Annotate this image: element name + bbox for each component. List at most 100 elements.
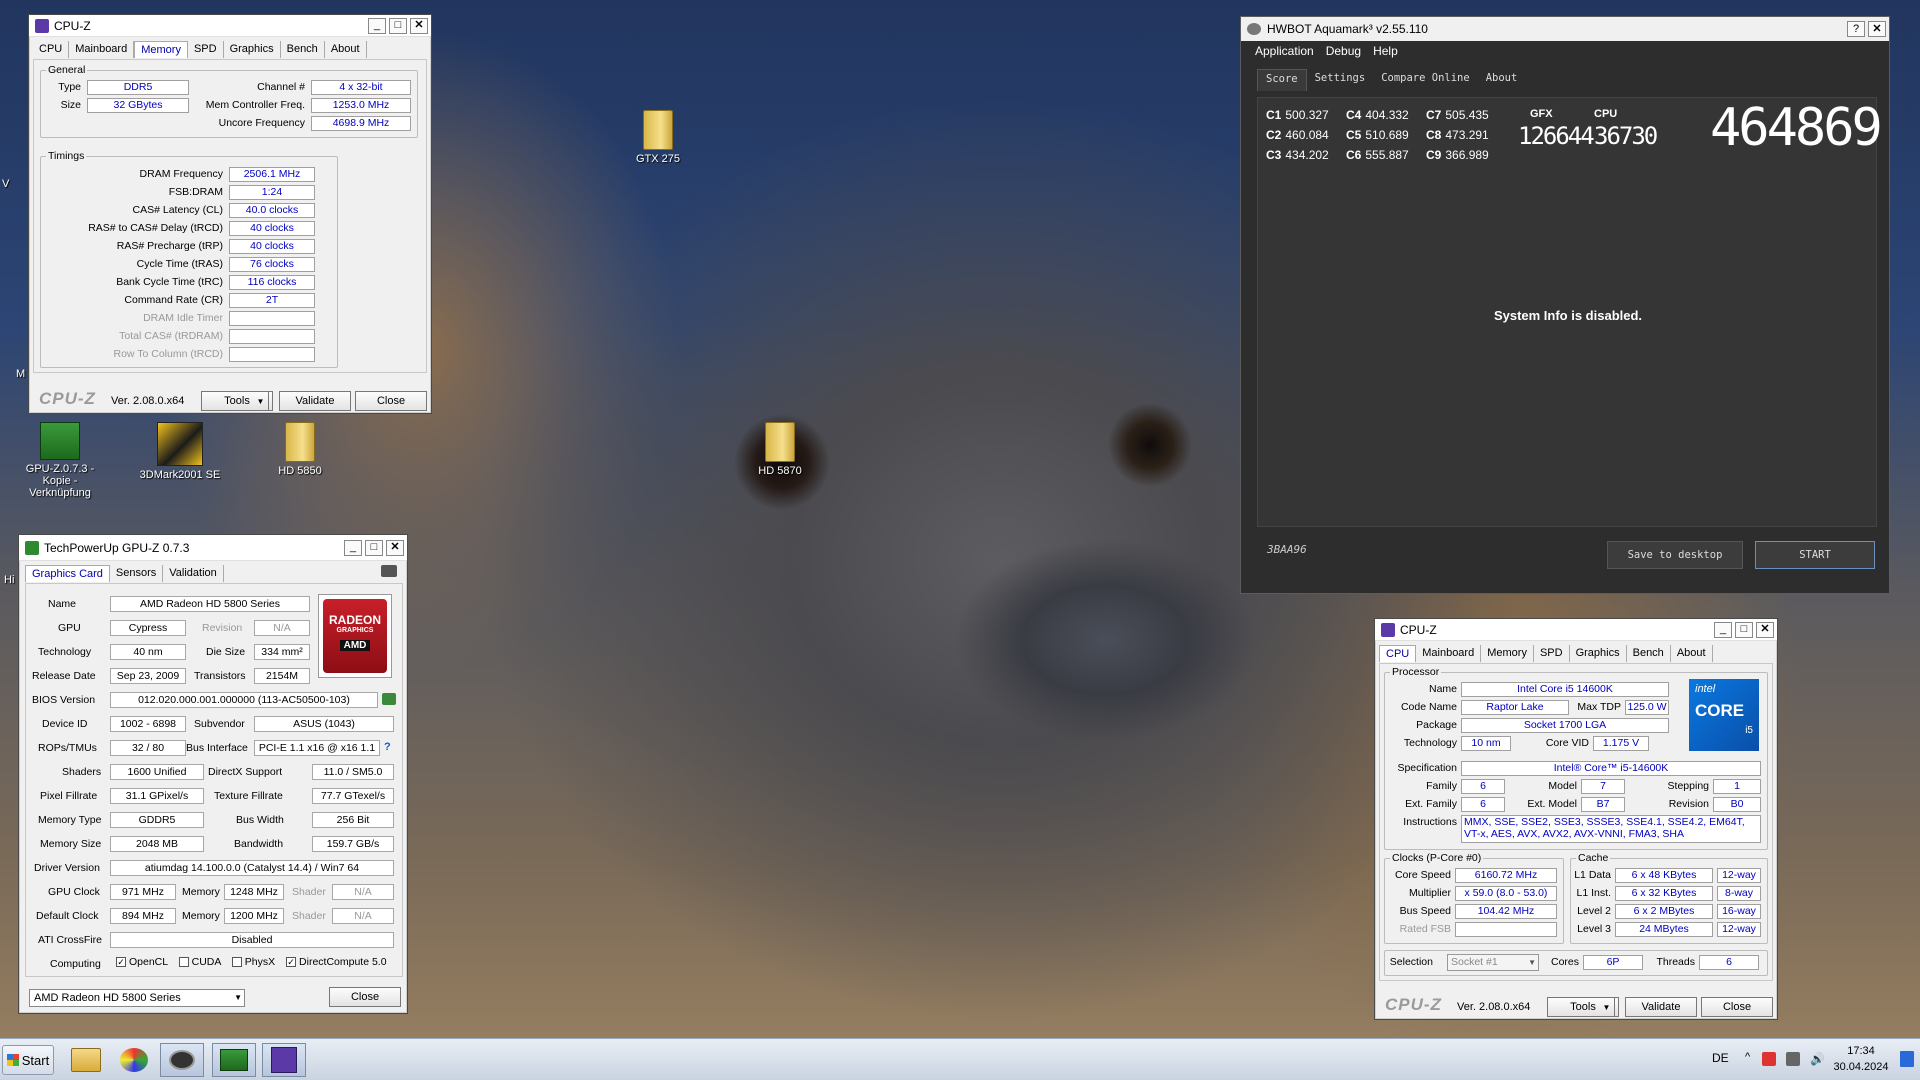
tab-mainboard[interactable]: Mainboard <box>69 41 135 58</box>
tab-bar: CPU Mainboard Memory SPD Graphics Bench … <box>29 37 431 58</box>
pixel-fillrate-value: 31.1 GPixel/s <box>110 788 204 804</box>
opencl-checkbox[interactable]: ✓ OpenCL <box>116 956 168 968</box>
gpu-select[interactable]: AMD Radeon HD 5800 Series ▼ <box>29 989 245 1007</box>
title-bar[interactable]: CPU-Z _ □ ✕ <box>1375 619 1777 641</box>
save-to-desktop-button[interactable]: Save to desktop <box>1607 541 1743 569</box>
flag-alert-icon[interactable] <box>1762 1052 1776 1066</box>
cpuz-logo: CPU-Z <box>1385 995 1442 1014</box>
desktop-icon-gpuz-shortcut[interactable]: GPU-Z.0.7.3 - Kopie - Verknüpfung <box>12 422 108 499</box>
help-icon[interactable]: ? <box>384 741 391 753</box>
tab-memory[interactable]: Memory <box>1481 645 1534 662</box>
cpuz-logo: CPU-Z <box>39 389 96 408</box>
physx-checkbox[interactable]: PhysX <box>231 956 275 968</box>
bus-speed-label: Bus Speed <box>1399 905 1451 917</box>
package-value: Socket 1700 LGA <box>1461 718 1669 733</box>
bios-version-value: 012.020.000.001.000000 (113-AC50500-103) <box>110 692 378 708</box>
3dmark-app-icon <box>157 422 203 466</box>
tab-about[interactable]: About <box>1671 645 1713 662</box>
size-label: Size <box>60 99 81 111</box>
timing-value: 76 clocks <box>229 257 315 272</box>
close-button[interactable]: Close <box>1701 997 1773 1017</box>
title-bar[interactable]: CPU-Z _ □ ✕ <box>29 15 431 37</box>
volume-icon[interactable]: 🔊 <box>1810 1052 1825 1066</box>
group-label: Clocks (P-Core #0) <box>1390 852 1484 864</box>
tab-compare-online[interactable]: Compare Online <box>1373 69 1478 91</box>
timing-value <box>229 329 315 344</box>
close-button-label: Close <box>1722 1001 1752 1013</box>
tab-graphics[interactable]: Graphics <box>224 41 281 58</box>
close-window-button[interactable]: ✕ <box>386 539 404 556</box>
type-value: DDR5 <box>87 80 189 95</box>
close-button[interactable]: Close <box>355 391 427 411</box>
validate-button[interactable]: Validate <box>1625 997 1697 1017</box>
taskbar-paint[interactable] <box>112 1043 156 1077</box>
validate-button[interactable]: Validate <box>279 391 351 411</box>
desktop-icon-hd5850[interactable]: HD 5850 <box>254 422 346 477</box>
tab-graphics[interactable]: Graphics <box>1570 645 1627 662</box>
close-button[interactable]: Close <box>329 987 401 1007</box>
camera-icon[interactable] <box>381 565 397 577</box>
aquamark-taskbar-icon <box>169 1050 195 1070</box>
close-window-button[interactable]: ✕ <box>1756 621 1774 638</box>
taskbar-gpuz[interactable] <box>212 1043 256 1077</box>
directcompute-checkbox[interactable]: ✓ DirectCompute 5.0 <box>286 956 387 968</box>
maximize-button[interactable]: □ <box>389 17 407 34</box>
desktop-icon-3dmark[interactable]: 3DMark2001 SE <box>134 422 226 481</box>
tab-spd[interactable]: SPD <box>1534 645 1570 662</box>
tab-cpu[interactable]: CPU <box>1379 645 1417 662</box>
maximize-button[interactable]: □ <box>365 539 383 556</box>
tools-dropdown[interactable]: ▼ <box>253 391 269 411</box>
computing-checks: ✓ OpenCL CUDA PhysX ✓ DirectCompute 5.0 <box>116 956 387 968</box>
socket-select[interactable]: Socket #1 ▼ <box>1447 954 1539 971</box>
language-indicator[interactable]: DE <box>1712 1051 1729 1065</box>
tab-about[interactable]: About <box>1478 69 1526 91</box>
window-title: TechPowerUp GPU-Z 0.7.3 <box>44 540 190 555</box>
menu-help[interactable]: Help <box>1373 44 1398 58</box>
taskbar-cpuz[interactable] <box>262 1043 306 1077</box>
tab-spd[interactable]: SPD <box>188 41 224 58</box>
badge-text: i5 <box>1745 725 1753 736</box>
maximize-button[interactable]: □ <box>1735 621 1753 638</box>
tab-mainboard[interactable]: Mainboard <box>1416 645 1482 662</box>
checkbox-label: OpenCL <box>129 956 168 968</box>
taskbar-aquamark[interactable] <box>160 1043 204 1077</box>
desktop-icon-hd5870[interactable]: HD 5870 <box>734 422 826 477</box>
tray-expand-icon[interactable]: ^ <box>1745 1051 1750 1063</box>
minimize-button[interactable]: _ <box>368 17 386 34</box>
tab-settings[interactable]: Settings <box>1307 69 1374 91</box>
tab-memory[interactable]: Memory <box>134 41 188 58</box>
title-bar[interactable]: HWBOT Aquamark³ v2.55.110 ? ✕ <box>1241 17 1889 41</box>
start-button[interactable]: START <box>1755 541 1875 569</box>
network-icon[interactable] <box>1786 1052 1800 1066</box>
start-button[interactable]: Start <box>2 1045 54 1075</box>
tab-graphics-card[interactable]: Graphics Card <box>25 565 110 582</box>
tab-bench[interactable]: Bench <box>1627 645 1671 662</box>
tab-validation[interactable]: Validation <box>163 565 224 582</box>
desktop-icon-gtx275[interactable]: GTX 275 <box>612 110 704 165</box>
timing-label: Total CAS# (tRDRAM) <box>119 330 223 342</box>
tab-bench[interactable]: Bench <box>281 41 325 58</box>
palette-icon <box>120 1048 148 1072</box>
help-button[interactable]: ? <box>1847 21 1865 37</box>
tab-sensors[interactable]: Sensors <box>110 565 164 582</box>
timing-label: Row To Column (tRCD) <box>113 348 224 360</box>
tab-cpu[interactable]: CPU <box>33 41 70 58</box>
cuda-checkbox[interactable]: CUDA <box>178 956 221 968</box>
bus-width-value: 256 Bit <box>312 812 394 828</box>
chip-icon[interactable] <box>382 693 396 705</box>
minimize-button[interactable]: _ <box>1714 621 1732 638</box>
tools-dropdown[interactable]: ▼ <box>1599 997 1615 1017</box>
show-desktop-icon[interactable] <box>1900 1051 1914 1067</box>
clock[interactable]: 17:34 30.04.2024 <box>1828 1043 1894 1075</box>
desktop-edge-letter: V <box>2 178 10 190</box>
close-window-button[interactable]: ✕ <box>1868 21 1886 37</box>
tab-score[interactable]: Score <box>1257 69 1307 91</box>
taskbar-explorer[interactable] <box>64 1043 108 1077</box>
menu-application[interactable]: Application <box>1255 44 1314 58</box>
cores-label: Cores <box>1550 956 1579 968</box>
tab-about[interactable]: About <box>325 41 367 58</box>
title-bar[interactable]: TechPowerUp GPU-Z 0.7.3 _ □ ✕ <box>19 535 407 561</box>
minimize-button[interactable]: _ <box>344 539 362 556</box>
close-window-button[interactable]: ✕ <box>410 17 428 34</box>
menu-debug[interactable]: Debug <box>1326 44 1361 58</box>
